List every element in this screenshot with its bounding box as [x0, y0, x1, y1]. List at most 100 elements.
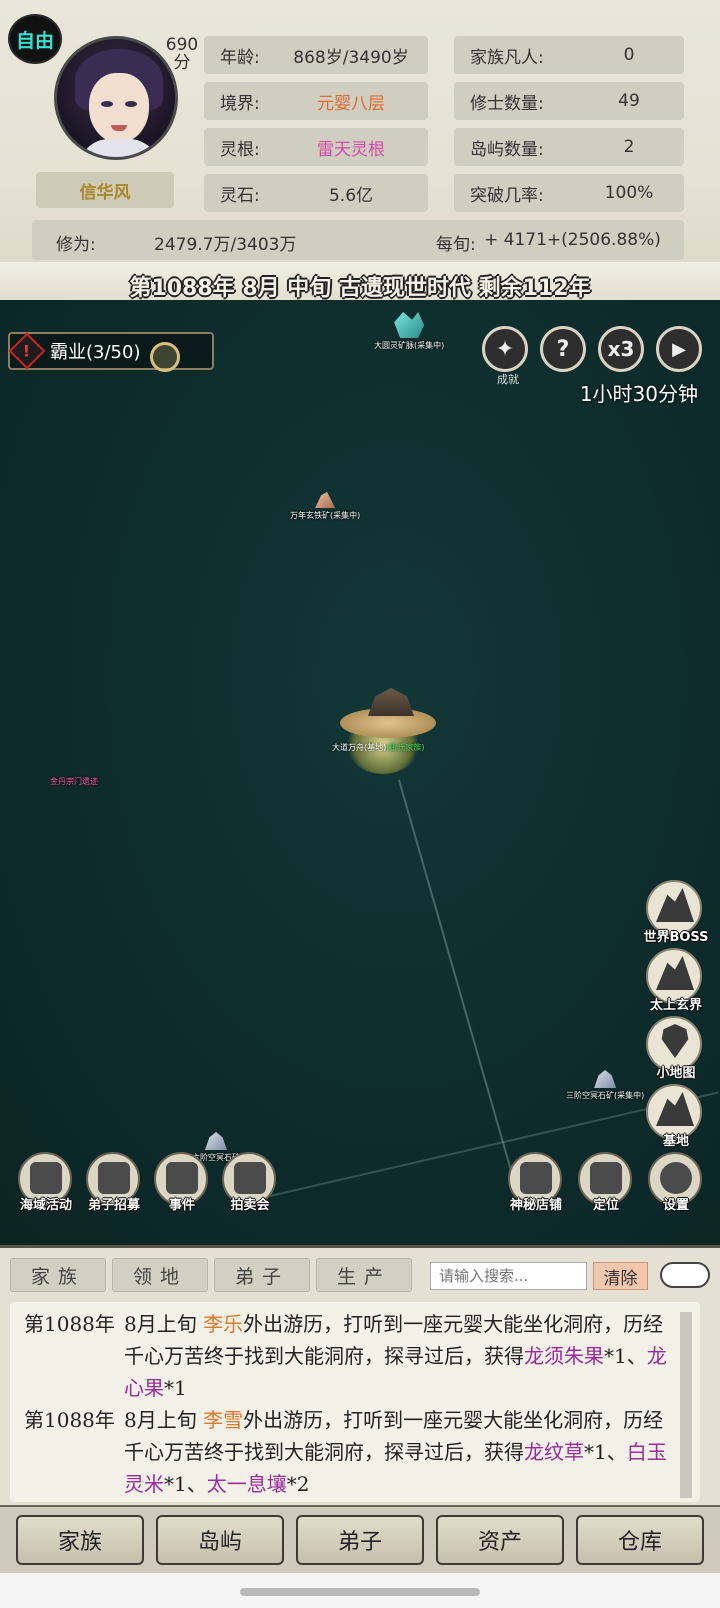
log-entry-date: 第1088年: [24, 1312, 115, 1336]
cultivation-row: 修为: 2479.7万/3403万 每旬: + 4171+(2506.88%): [32, 220, 684, 260]
bottom-icon-label: 拍卖会: [230, 1198, 270, 1213]
stat-cultivators-value: 49: [618, 91, 640, 111]
stat-islands-value: 2: [623, 137, 635, 157]
speed-button[interactable]: x3: [598, 326, 644, 372]
base-button[interactable]: 基地: [646, 1084, 702, 1149]
ore-mine-icon: [315, 492, 336, 508]
stat-age-label: 年龄:: [220, 47, 260, 68]
play-button[interactable]: ▶: [656, 326, 702, 372]
world-boss-button[interactable]: 世界BOSS: [643, 880, 709, 945]
cultivation-label: 修为:: [56, 235, 96, 255]
map-node-label: 大圆灵矿脉(采集中): [374, 341, 445, 350]
score-value: 690: [165, 35, 199, 55]
score: 690 分: [160, 36, 204, 72]
trophy-icon: ✦: [495, 336, 515, 362]
home-island-label: 大道万舟(基地)(雷氏家族): [332, 742, 425, 753]
per-tick-value: + 4171+(2506.88%): [484, 230, 661, 250]
sea-activity-icon: [30, 1162, 62, 1194]
crystal-mine-icon: [394, 312, 425, 338]
nav-warehouse-button[interactable]: 仓库: [576, 1515, 704, 1565]
settings-button[interactable]: 设置: [648, 1152, 702, 1213]
recruit-icon: [98, 1162, 130, 1194]
stat-cultivators: 修士数量: 49: [454, 82, 684, 120]
quest-tracker[interactable]: ! 霸业(3/50): [8, 332, 214, 372]
home-island[interactable]: 大道万舟(基地)(雷氏家族): [332, 688, 448, 778]
nav-disciples-button[interactable]: 弟子: [296, 1515, 424, 1565]
tap-hint-icon: [150, 342, 180, 372]
help-button[interactable]: ?: [540, 326, 586, 372]
character-name[interactable]: 信华风: [36, 172, 174, 208]
stat-breakthrough-value: 100%: [604, 183, 654, 203]
home-island-name: 大道万舟(基地): [332, 743, 387, 752]
side-icon-label: 基地: [662, 1134, 689, 1149]
avatar-eye-left: [101, 101, 113, 107]
log-item-qty: *1、: [584, 1440, 627, 1464]
nav-islands-button[interactable]: 岛屿: [156, 1515, 284, 1565]
shop-icon: [520, 1162, 552, 1194]
tab-territory[interactable]: 领地: [112, 1258, 208, 1292]
cultivation-value: 2479.7万/3403万: [154, 235, 297, 255]
home-indicator[interactable]: [240, 1588, 480, 1596]
side-icon-label: 世界BOSS: [643, 930, 709, 945]
log-entry-text: 8月上旬 李雪外出游历，打听到一座元婴大能坐化洞府，历经千心万苦终于找到大能洞府…: [124, 1404, 670, 1500]
tab-family[interactable]: 家族: [10, 1258, 106, 1292]
tab-production[interactable]: 生产: [316, 1258, 412, 1292]
auction-button[interactable]: 拍卖会: [222, 1152, 276, 1213]
stat-family-mortals: 家族凡人: 0: [454, 36, 684, 74]
locate-button[interactable]: 定位: [578, 1152, 632, 1213]
stone-mine-icon: [205, 1132, 227, 1150]
achievement-button[interactable]: ✦ 成就: [482, 326, 528, 386]
log-entry-actor: 李雪: [203, 1408, 244, 1432]
side-icon-label: 小地图: [656, 1066, 696, 1081]
gear-icon: [660, 1162, 692, 1194]
search-input[interactable]: [430, 1262, 587, 1290]
supreme-realm-button[interactable]: 太上玄界: [646, 948, 702, 1013]
game-date: 第1088年 8月 中旬 古遗现世时代 剩余112年: [129, 276, 591, 301]
nav-family-button[interactable]: 家族: [16, 1515, 144, 1565]
tab-disciples[interactable]: 弟子: [214, 1258, 310, 1292]
map-node-label: 万年玄铁矿(采集中): [290, 511, 361, 520]
stat-family-mortals-label: 家族凡人:: [470, 47, 544, 68]
sea-activity-button[interactable]: 海域活动: [18, 1152, 72, 1213]
stat-age: 年龄: 868岁/3490岁: [204, 36, 428, 74]
log-entry: 第1088年 8月上旬 李乐外出游历，打听到一座元婴大能坐化洞府，历经千心万苦终…: [24, 1308, 670, 1404]
stat-breakthrough-label: 突破几率:: [470, 185, 544, 206]
quest-label: 霸业(3/50): [50, 342, 141, 363]
stat-realm: 境界: 元婴八层: [204, 82, 428, 120]
map-node-iron-mine[interactable]: 万年玄铁矿(采集中): [290, 492, 360, 521]
map-pin-icon: [661, 1024, 689, 1058]
status-badge[interactable]: 自由: [8, 14, 62, 64]
nav-assets-button[interactable]: 资产: [436, 1515, 564, 1565]
log-scrollbar[interactable]: [680, 1312, 692, 1498]
cloud-icon[interactable]: [660, 1262, 710, 1288]
map-node-label: 金丹宗门遗迹: [50, 777, 98, 786]
log-entry-actor: 李乐: [203, 1312, 244, 1336]
log-entry-time: 8月上旬: [124, 1312, 204, 1336]
stat-breakthrough: 突破几率: 100%: [454, 174, 684, 212]
stat-spirit-root: 灵根: 雷天灵根: [204, 128, 428, 166]
log-list[interactable]: 第1088年 8月上旬 李乐外出游历，打听到一座元婴大能坐化洞府，历经千心万苦终…: [10, 1302, 700, 1502]
log-item-qty: *1、: [604, 1344, 647, 1368]
map-node-stone-mine[interactable]: 三阶空冥石矿(采集中): [566, 1070, 644, 1101]
clear-button[interactable]: 清除: [593, 1262, 648, 1290]
stat-cultivators-label: 修士数量:: [470, 93, 544, 114]
log-entry-time: 8月上旬: [124, 1408, 204, 1432]
avatar-container[interactable]: [40, 36, 180, 166]
mystery-shop-button[interactable]: 神秘店铺: [508, 1152, 562, 1213]
log-item-qty: *2: [286, 1472, 310, 1496]
recruit-disciple-button[interactable]: 弟子招募: [86, 1152, 140, 1213]
avatar-eye-right: [125, 101, 137, 107]
sea-map[interactable]: ! 霸业(3/50) 大圆灵矿脉(采集中) ✦ 成就 ? x3 ▶ 1小时30分…: [0, 300, 720, 1245]
stat-family-mortals-value: 0: [623, 45, 635, 65]
map-node-crystal-mine[interactable]: 大圆灵矿脉(采集中): [374, 312, 444, 351]
log-item: 龙纹草: [524, 1440, 584, 1464]
route-line: [398, 779, 516, 1184]
stat-age-value: 868岁/3490岁: [293, 47, 409, 68]
flag-icon: [590, 1162, 622, 1194]
events-button[interactable]: 事件: [154, 1152, 208, 1213]
stone-mine-icon: [594, 1070, 617, 1088]
minimap-button[interactable]: 小地图: [646, 1016, 702, 1081]
map-node-sect-ruins[interactable]: 金丹宗门遗迹: [50, 776, 98, 787]
stat-spirit-stone: 灵石: 5.6亿: [204, 174, 428, 212]
help-icon: ?: [556, 336, 570, 362]
